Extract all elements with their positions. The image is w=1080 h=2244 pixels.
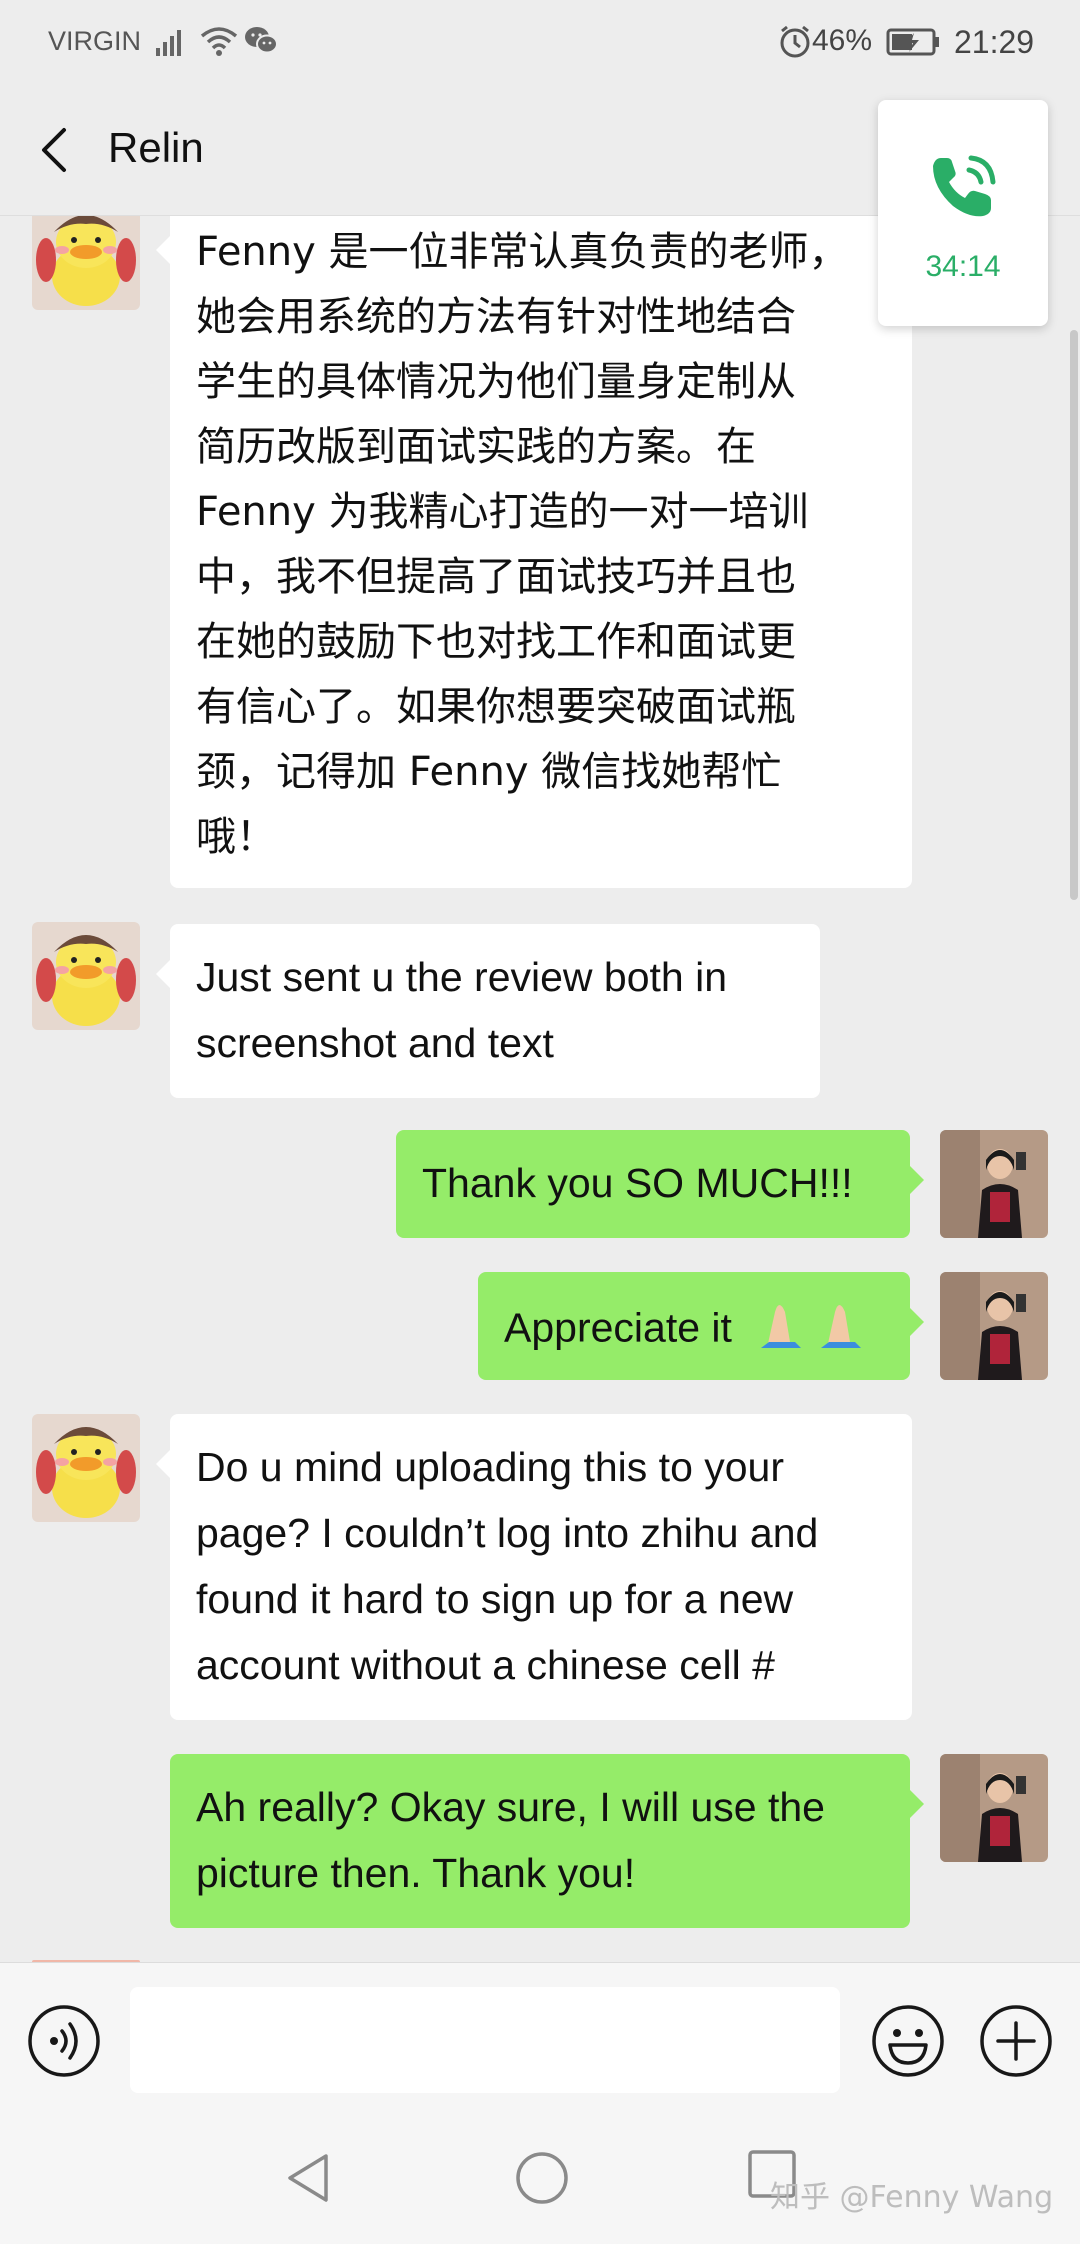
message-input[interactable] (130, 1987, 840, 2093)
call-timer: 34:14 (925, 250, 1001, 283)
message-bubble-outgoing[interactable]: Ah really? Okay sure, I will use the pic… (170, 1754, 924, 1928)
message-line: Fenny 为我精心打造的一对一培训 (196, 489, 809, 535)
message-bubble-incoming[interactable]: Fenny 是一位非常认真负责的老师， 她会用系统的方法有针对性地结合 学生的具… (156, 216, 912, 888)
message-line: account without a chinese cell # (196, 1642, 775, 1688)
message-line: 学生的具体情况为他们量身定制从 (196, 359, 796, 405)
message-line: 简历改版到面试实践的方案。在 (196, 424, 756, 470)
message-line: screenshot and text (196, 1020, 554, 1066)
message-bubble-outgoing[interactable]: Thank you SO MUCH!!! (396, 1130, 924, 1238)
battery-icon (886, 24, 942, 63)
wechat-icon (244, 24, 278, 61)
message-line: 颈，记得加 Fenny 微信找她帮忙 (196, 749, 782, 795)
chat-title: Relin (108, 124, 204, 171)
avatar-relin[interactable] (32, 216, 140, 310)
message-line: 有信心了。如果你想要突破面试瓶 (196, 684, 796, 730)
message-line: Fenny 是一位非常认真负责的老师， (196, 229, 849, 275)
wifi-icon (200, 24, 238, 63)
emoji-icon[interactable] (870, 2003, 946, 2084)
nav-home-icon[interactable] (514, 2150, 570, 2211)
carrier-label: VIRGIN (48, 26, 142, 56)
message-line: 中，我不但提高了面试技巧并且也 (196, 554, 796, 600)
status-bar: VIRGIN 46% 21:29 (0, 0, 1080, 86)
message-bubble-incoming[interactable]: Just sent u the review both in screensho… (156, 924, 820, 1098)
voice-input-icon[interactable] (26, 2003, 102, 2084)
message-line: page? I couldn’t log into zhihu and (196, 1510, 819, 1556)
message-line: 她会用系统的方法有针对性地结合 (196, 294, 796, 340)
alarm-icon (778, 24, 812, 65)
chevron-left-icon[interactable] (34, 122, 74, 183)
plus-icon[interactable] (978, 2003, 1054, 2084)
message-line: picture then. Thank you! (196, 1850, 636, 1896)
clock: 21:29 (954, 24, 1035, 60)
call-in-progress-card[interactable]: 34:14 (878, 100, 1048, 326)
message-line: Just sent u the review both in (196, 954, 728, 1000)
chat-input-bar (0, 1962, 1080, 2114)
message-line: found it hard to sign up for a new (196, 1576, 794, 1622)
message-line: Ah really? Okay sure, I will use the (196, 1784, 825, 1830)
avatar-me[interactable] (940, 1754, 1048, 1862)
nav-back-icon[interactable] (282, 2150, 334, 2211)
message-line: Thank you SO MUCH!!! (422, 1160, 853, 1206)
message-list[interactable]: Fenny 是一位非常认真负责的老师， 她会用系统的方法有针对性地结合 学生的具… (0, 216, 1080, 1962)
watermark: 知乎 @Fenny Wang (770, 2180, 1054, 2215)
phone-icon (921, 144, 1005, 233)
message-line: Do u mind uploading this to your (196, 1444, 785, 1490)
avatar-relin[interactable] (32, 922, 140, 1030)
message-line: Appreciate it (504, 1304, 732, 1351)
folded-hands-icon (753, 1292, 877, 1369)
system-nav-bar: 知乎 @Fenny Wang (0, 2114, 1080, 2244)
avatar-me[interactable] (940, 1130, 1048, 1238)
signal-icon (154, 24, 190, 63)
message-bubble-incoming[interactable]: Do u mind uploading this to your page? I… (156, 1414, 912, 1720)
message-line: 在她的鼓励下也对找工作和面试更 (196, 619, 796, 665)
avatar-relin[interactable] (32, 1414, 140, 1522)
battery-percent: 46% (812, 24, 873, 57)
message-bubble-outgoing[interactable]: Appreciate it (478, 1272, 924, 1380)
avatar-me[interactable] (940, 1272, 1048, 1380)
message-line: 哦！ (196, 814, 276, 860)
